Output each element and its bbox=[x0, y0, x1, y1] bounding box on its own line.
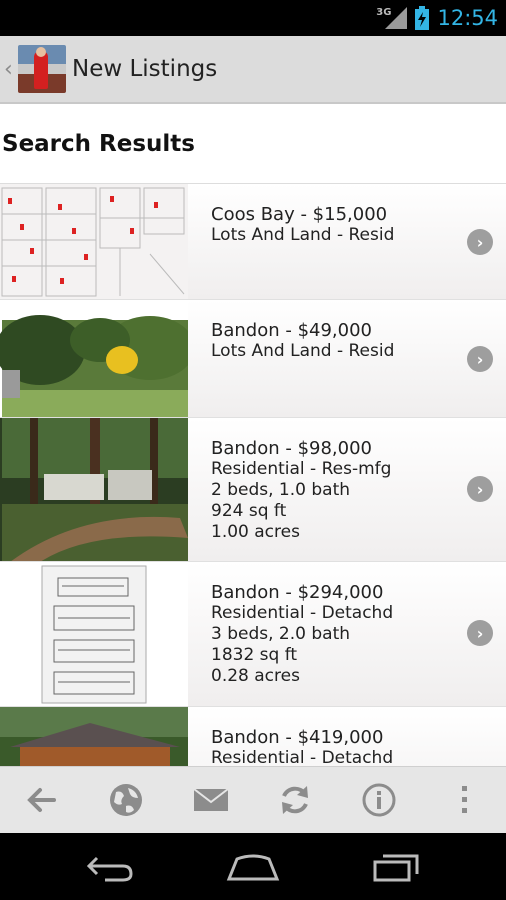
globe-icon bbox=[110, 784, 143, 816]
info-button[interactable] bbox=[349, 770, 409, 830]
overflow-menu-icon bbox=[461, 786, 467, 813]
chevron-right-icon: › bbox=[467, 476, 493, 502]
list-item[interactable]: Bandon - $49,000 Lots And Land - Resid › bbox=[0, 300, 506, 418]
clock: 12:54 bbox=[437, 6, 498, 30]
list-item[interactable]: Bandon - $294,000 Residential - Detachd … bbox=[0, 562, 506, 707]
refresh-button[interactable] bbox=[265, 770, 325, 830]
nav-recent-apps-icon[interactable] bbox=[371, 852, 421, 882]
listing-heading: Bandon - $419,000 bbox=[211, 727, 384, 748]
action-bar: ‹ New Listings bbox=[0, 36, 506, 104]
listing-beds-baths: 2 beds, 1.0 bath bbox=[211, 480, 351, 500]
listing-sqft: 1832 sq ft bbox=[211, 645, 298, 665]
listing-thumbnail bbox=[0, 184, 188, 299]
bottom-toolbar bbox=[0, 766, 506, 833]
listing-heading: Bandon - $98,000 bbox=[211, 438, 373, 459]
page-title: New Listings bbox=[72, 56, 218, 82]
list-item[interactable]: Bandon - $419,000 Residential - Detachd bbox=[0, 707, 506, 766]
listing-type: Residential - Res-mfg bbox=[211, 459, 392, 479]
chevron-right-icon: › bbox=[467, 346, 493, 372]
refresh-icon bbox=[282, 786, 309, 814]
email-button[interactable] bbox=[181, 770, 241, 830]
listing-thumbnail bbox=[0, 300, 188, 417]
nav-home-icon[interactable] bbox=[225, 853, 281, 881]
listing-info: Coos Bay - $15,000 Lots And Land - Resid bbox=[188, 184, 506, 299]
mail-icon bbox=[193, 788, 229, 811]
list-item[interactable]: Coos Bay - $15,000 Lots And Land - Resid… bbox=[0, 184, 506, 300]
list-item[interactable]: Bandon - $98,000 Residential - Res-mfg 2… bbox=[0, 418, 506, 562]
listing-type: Residential - Detachd bbox=[211, 603, 394, 623]
overflow-menu-button[interactable] bbox=[434, 770, 494, 830]
listing-heading: Bandon - $49,000 bbox=[211, 320, 373, 341]
back-button[interactable] bbox=[12, 770, 72, 830]
listing-type: Residential - Detachd bbox=[211, 748, 394, 766]
chevron-right-icon: › bbox=[467, 229, 493, 255]
listing-info: Bandon - $98,000 Residential - Res-mfg 2… bbox=[188, 418, 506, 561]
section-title: Search Results bbox=[0, 104, 506, 184]
app-logo-icon bbox=[18, 45, 66, 93]
listing-type: Lots And Land - Resid bbox=[211, 341, 395, 361]
status-bar: 3G 12:54 bbox=[0, 0, 506, 36]
listing-info: Bandon - $419,000 Residential - Detachd bbox=[188, 707, 506, 766]
listing-thumbnail bbox=[0, 562, 188, 706]
home-up-button[interactable]: ‹ bbox=[0, 45, 66, 93]
content: Search Results Coos Bay - $15,000 Lots A… bbox=[0, 104, 506, 766]
listing-info: Bandon - $294,000 Residential - Detachd … bbox=[188, 562, 506, 706]
back-arrow-icon bbox=[27, 788, 57, 812]
info-icon bbox=[362, 783, 396, 817]
listing-acres: 0.28 acres bbox=[211, 666, 300, 686]
network-type: 3G bbox=[376, 6, 392, 18]
chevron-right-icon: › bbox=[467, 620, 493, 646]
listing-beds-baths: 3 beds, 2.0 bath bbox=[211, 624, 351, 644]
listing-acres: 1.00 acres bbox=[211, 522, 300, 542]
battery-charging-icon bbox=[415, 6, 430, 30]
system-nav-bar bbox=[0, 833, 506, 900]
listing-type: Lots And Land - Resid bbox=[211, 225, 395, 245]
up-caret-icon: ‹ bbox=[4, 56, 13, 82]
nav-back-icon[interactable] bbox=[85, 852, 135, 882]
listing-thumbnail bbox=[0, 707, 188, 766]
website-button[interactable] bbox=[96, 770, 156, 830]
listing-info: Bandon - $49,000 Lots And Land - Resid bbox=[188, 300, 506, 417]
listing-heading: Coos Bay - $15,000 bbox=[211, 204, 388, 225]
listing-sqft: 924 sq ft bbox=[211, 501, 287, 521]
listing-thumbnail bbox=[0, 418, 188, 561]
listing-heading: Bandon - $294,000 bbox=[211, 582, 384, 603]
